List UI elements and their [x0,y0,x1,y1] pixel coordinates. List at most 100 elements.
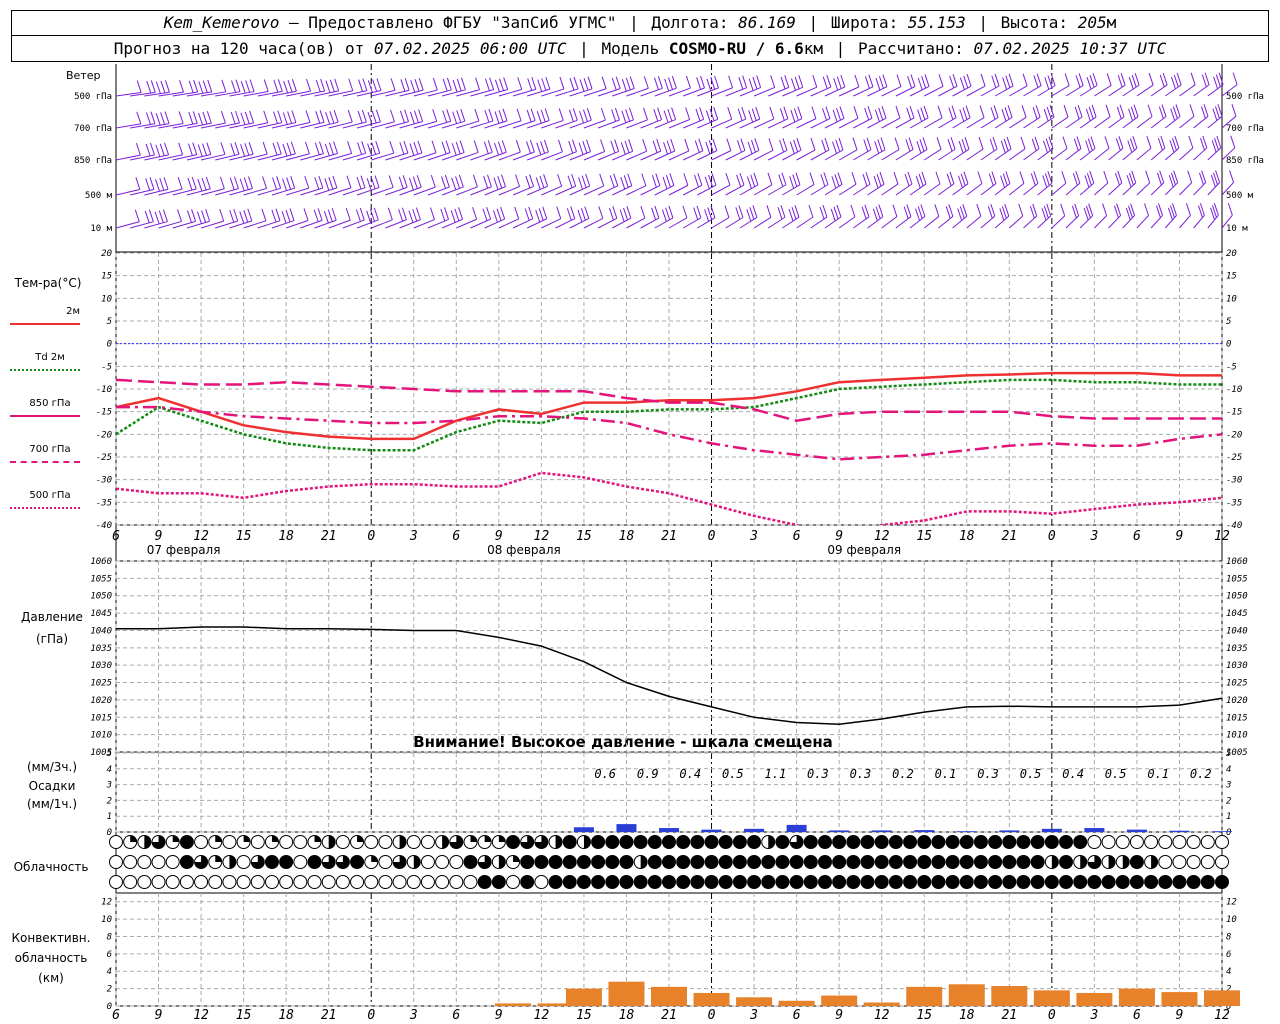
wind-barb-shaft [895,216,912,229]
pres-ytick-left: 1025 [90,679,112,689]
wind-barb-flag [150,111,156,124]
wind-barb-flag [187,177,193,191]
pres-ytick-left: 1035 [90,644,112,654]
wind-barb-flag [1001,109,1007,122]
wind-barb-flag [455,141,461,155]
wind-barb-flag [286,177,292,190]
wind-barb-shaft [640,217,660,229]
wind-barb-flag [1145,170,1151,183]
wind-barb-flag [652,140,658,153]
wind-barb-flag [450,210,456,223]
wind-barb-shaft [725,217,744,229]
wind-barb-flag [1004,107,1010,120]
wind-level-label-right: 500 м [1226,191,1254,201]
wind-barb-flag [905,139,911,152]
wind-barb-flag [243,210,249,223]
wind-barb-shaft [286,121,311,129]
wind-barb-flag [474,108,480,122]
time-tick-label-bottom: 0 [708,1008,716,1023]
time-tick-label-bottom: 12 [1214,1008,1230,1023]
wind-barb-flag [1119,104,1125,117]
time-tick-label: 12 [1214,529,1230,544]
cloud-fill [555,835,563,849]
wind-barb-flag [1117,74,1123,88]
wind-barb-flag [666,140,672,153]
wind-barb-flag [854,74,860,88]
conv-bar [651,986,687,1006]
wind-barb-flag [240,144,246,157]
cloud-symbol [1158,855,1173,869]
wind-barb-flag [587,76,593,89]
wind-barb-shaft [838,149,858,161]
precip-ytick-left: 4 [107,765,112,775]
cloud-symbol [250,875,265,889]
cloud-symbol [236,875,251,889]
cloud-symbol [662,875,676,889]
time-tick-label: 12 [534,529,550,544]
wind-barb-flag [206,111,212,124]
cloud-symbol [1144,875,1159,889]
wind-barb-flag [601,76,607,89]
cloud-symbol [789,855,804,869]
wind-barb-flag [742,75,748,88]
temp-ytick-right: -20 [1226,430,1242,440]
wind-barb-flag [921,171,927,185]
cloud-symbol [1073,875,1088,889]
wind-barb-flag [825,106,831,119]
wind-barb-flag [229,210,235,223]
wind-barb-flag [452,79,458,93]
wind-barb-flag [779,108,785,121]
wind-barb-shaft [200,188,225,196]
wind-barb-flag [862,174,868,187]
wind-barb-shaft [144,154,169,161]
wind-barb-flag [418,78,424,91]
wind-barb-flag [992,136,998,150]
cloud-symbol [817,855,832,869]
wind-barb-flag [600,139,606,152]
wind-barb-shaft [994,85,1014,97]
wind-barb-flag [609,175,615,188]
wind-barb-flag [332,175,338,189]
wind-barb-flag [819,206,825,220]
time-tick-label: 9 [155,529,163,544]
pres-ytick-left: 1060 [90,557,112,567]
temp-ytick-right: -35 [1226,498,1242,508]
cloud-symbol [179,835,194,849]
cloud-symbol [888,855,903,869]
cloud-symbol [591,875,606,889]
cloud-symbol [151,855,166,869]
wind-barb-flag [556,206,562,219]
wind-barb-flag [134,209,140,222]
wind-barb-flag [620,176,626,190]
wind-barb-flag [694,140,700,153]
wind-barb-shaft [980,215,996,229]
wind-barb-flag [1036,73,1042,86]
wind-barb-flag [1008,73,1014,87]
wind-barb-flag [144,210,150,223]
wind-barb-flag [272,142,278,156]
wind-barb-flag [736,140,742,153]
wind-barb-flag [962,107,968,120]
time-tick-label-bottom: 9 [835,1008,843,1023]
time-tick-label-bottom: 9 [155,1008,163,1023]
cloud-symbol [137,875,152,889]
wind-barb-flag [402,175,408,188]
wind-barb-flag [318,175,324,189]
wind-barb-flag [699,107,705,120]
wind-barb-shaft [498,88,522,97]
wind-barb-shaft [824,183,843,196]
wind-barb-shaft [286,153,310,161]
wind-barb-flag [444,174,450,188]
time-tick-label: 9 [495,529,503,544]
wind-barb-flag [947,139,953,152]
wind-barb-flag [778,174,784,187]
cloud-symbol [1172,875,1187,889]
cloud-symbol [1200,835,1215,849]
wind-barb-flag [432,109,438,122]
cloud-symbol [1087,835,1102,849]
wind-barb-flag [653,109,659,122]
wind-barb-shaft [711,217,730,229]
cloud-symbol [378,875,393,889]
pres-ytick-left: 1055 [90,574,112,584]
wind-barb-flag [305,110,311,123]
